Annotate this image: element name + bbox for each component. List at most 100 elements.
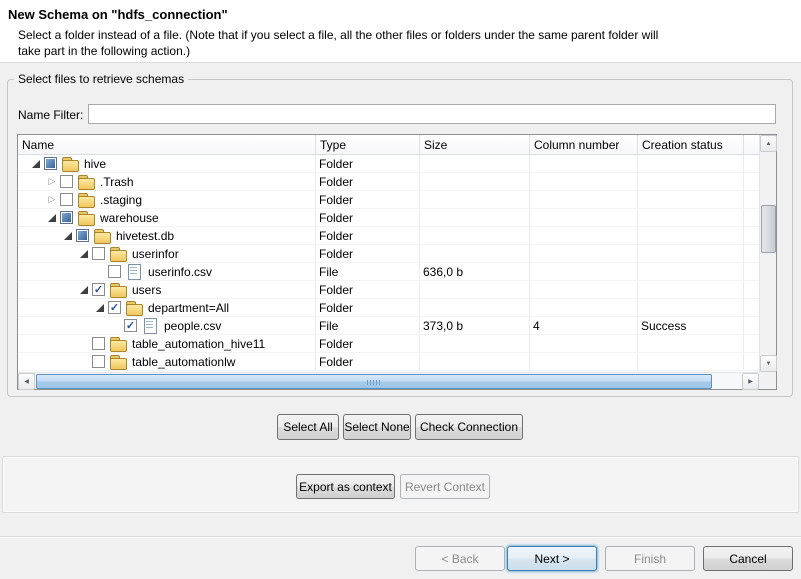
row-checkbox[interactable]	[92, 355, 105, 368]
tree-indent	[18, 307, 92, 308]
cell-size	[420, 227, 530, 244]
cell-filler	[744, 299, 759, 316]
table-row[interactable]: ✓usersFolder	[18, 281, 759, 299]
table-row[interactable]: userinforFolder	[18, 245, 759, 263]
cell-size	[420, 209, 530, 226]
wizard-banner: New Schema on "hdfs_connection" Select a…	[0, 0, 801, 63]
horizontal-scrollbar[interactable]: ◀ ▶	[18, 372, 759, 389]
cell-creation-status	[638, 245, 744, 262]
folder-icon	[62, 156, 78, 171]
row-checkbox[interactable]	[108, 265, 121, 278]
export-as-context-button[interactable]: Export as context	[296, 474, 395, 499]
scroll-down-icon[interactable]: ▼	[760, 355, 777, 372]
expander-spacer	[76, 336, 92, 352]
collapse-arrow-icon[interactable]	[28, 156, 44, 172]
table-row[interactable]: ▷.TrashFolder	[18, 173, 759, 191]
table-row[interactable]: table_automation_hive11Folder	[18, 335, 759, 353]
cell-filler	[744, 155, 759, 172]
scrollbar-corner	[759, 372, 776, 389]
cell-column-number	[530, 353, 638, 370]
cell-creation-status	[638, 299, 744, 316]
row-checkbox[interactable]	[92, 247, 105, 260]
column-header-name[interactable]: Name	[18, 135, 316, 154]
table-row[interactable]: table_automationlwFolder	[18, 353, 759, 371]
expander-spacer	[76, 354, 92, 370]
table-row[interactable]: ✓department=AllFolder	[18, 299, 759, 317]
cell-size	[420, 155, 530, 172]
column-header-size[interactable]: Size	[420, 135, 530, 154]
table-row[interactable]: hiveFolder	[18, 155, 759, 173]
finish-button[interactable]: Finish	[605, 546, 695, 571]
scroll-up-icon[interactable]: ▲	[760, 135, 777, 152]
column-header-column-number[interactable]: Column number	[530, 135, 638, 154]
table-row[interactable]: warehouseFolder	[18, 209, 759, 227]
collapse-arrow-icon[interactable]	[76, 282, 92, 298]
row-checkbox[interactable]	[76, 229, 89, 242]
back-button[interactable]: < Back	[415, 546, 505, 571]
revert-context-button[interactable]: Revert Context	[400, 474, 490, 499]
table-row[interactable]: userinfo.csvFile636,0 b	[18, 263, 759, 281]
collapse-arrow-icon[interactable]	[60, 228, 76, 244]
column-header-type[interactable]: Type	[316, 135, 420, 154]
new-schema-dialog: New Schema on "hdfs_connection" Select a…	[0, 0, 801, 579]
collapse-arrow-icon[interactable]	[76, 246, 92, 262]
row-checkbox[interactable]	[60, 175, 73, 188]
cell-creation-status	[638, 173, 744, 190]
expand-arrow-icon[interactable]: ▷	[44, 192, 60, 208]
table-body: hiveFolder▷.TrashFolder▷ .staging Folder wa…	[18, 155, 759, 372]
cancel-button[interactable]: Cancel	[703, 546, 793, 571]
cell-filler	[744, 209, 759, 226]
cell-size: 636,0 b	[420, 263, 530, 280]
expand-arrow-icon[interactable]: ▷	[44, 174, 60, 190]
table-row[interactable]: ▷.stagingFolder	[18, 191, 759, 209]
cell-filler	[744, 227, 759, 244]
cell-filler	[744, 281, 759, 298]
scroll-left-icon[interactable]: ◀	[18, 373, 35, 390]
next-button[interactable]: Next >	[507, 546, 597, 571]
cell-size	[420, 245, 530, 262]
row-checkbox[interactable]: ✓	[108, 301, 121, 314]
tree-indent	[18, 289, 76, 290]
row-name-label: warehouse	[99, 211, 159, 225]
cell-size	[420, 281, 530, 298]
name-filter-label: Name Filter:	[18, 108, 83, 122]
cell-type: Folder	[316, 299, 420, 316]
select-none-button[interactable]: Select None	[343, 414, 411, 440]
row-checkbox[interactable]: ✓	[92, 283, 105, 296]
row-checkbox[interactable]	[60, 211, 73, 224]
row-checkbox[interactable]	[60, 193, 73, 206]
row-checkbox[interactable]: ✓	[124, 319, 137, 332]
cell-column-number	[530, 155, 638, 172]
vertical-scrollbar-thumb[interactable]	[761, 205, 776, 253]
horizontal-scrollbar-thumb[interactable]	[36, 374, 712, 389]
select-all-button[interactable]: Select All	[277, 414, 339, 440]
name-filter-input[interactable]	[88, 104, 776, 124]
cell-size	[420, 173, 530, 190]
dialog-description: Select a folder instead of a file. (Note…	[18, 27, 658, 59]
collapse-arrow-icon[interactable]	[92, 300, 108, 316]
cell-filler	[744, 335, 759, 352]
column-header-creation-status[interactable]: Creation status	[638, 135, 744, 154]
check-connection-button[interactable]: Check Connection	[415, 414, 523, 440]
tree-indent	[18, 271, 92, 272]
vertical-scrollbar[interactable]: ▲ ▼	[759, 135, 776, 372]
row-name-label: userinfo.csv	[147, 265, 212, 279]
row-name-label: hivetest.db	[115, 229, 174, 243]
tree-indent	[18, 181, 44, 182]
table-row[interactable]: ✓people.csvFile373,0 b4Success	[18, 317, 759, 335]
folder-icon	[126, 300, 142, 315]
tree-indent	[18, 235, 60, 236]
cell-column-number	[530, 227, 638, 244]
cell-creation-status: Success	[638, 317, 744, 334]
cell-creation-status	[638, 227, 744, 244]
row-name-label: .staging	[99, 193, 142, 207]
cell-filler	[744, 263, 759, 280]
file-icon	[126, 264, 142, 279]
row-name-label: table_automationlw	[131, 355, 235, 369]
row-checkbox[interactable]	[44, 157, 57, 170]
scroll-right-icon[interactable]: ▶	[742, 373, 759, 390]
folder-icon	[78, 210, 94, 225]
row-checkbox[interactable]	[92, 337, 105, 350]
collapse-arrow-icon[interactable]	[44, 210, 60, 226]
table-row[interactable]: hivetest.dbFolder	[18, 227, 759, 245]
